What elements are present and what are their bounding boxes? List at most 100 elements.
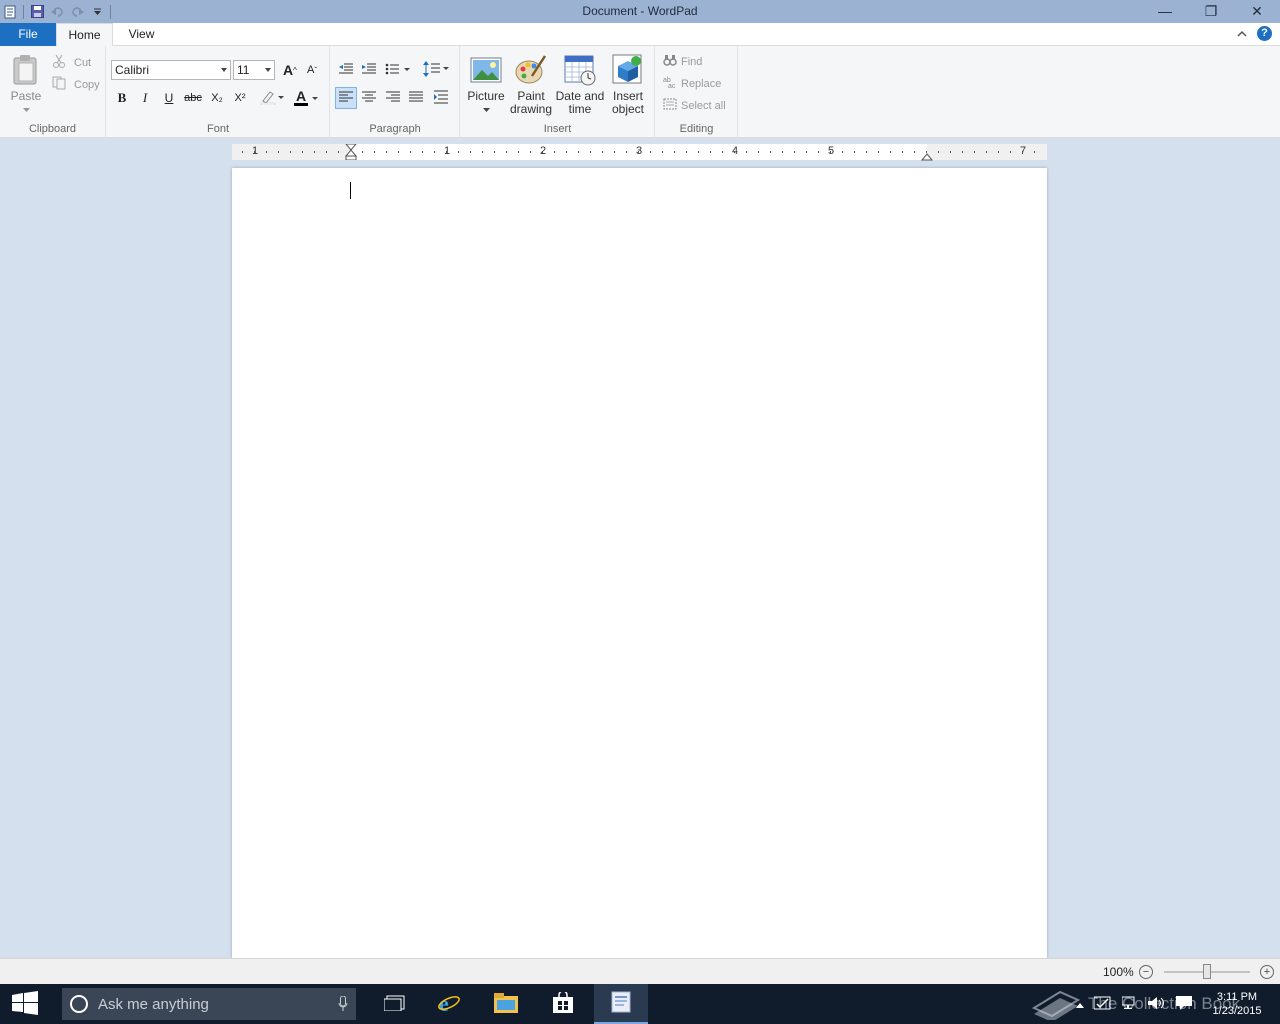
ruler-tick xyxy=(626,151,627,153)
grow-font-button[interactable]: A ^ xyxy=(279,59,301,81)
find-button[interactable]: Find xyxy=(663,54,702,69)
clock-date: 1/23/2015 xyxy=(1212,1005,1262,1017)
bold-button[interactable]: B xyxy=(111,87,133,109)
shrink-font-button[interactable]: Aˇ xyxy=(301,59,323,81)
clipboard-group: Paste Cut Copy Clipboard xyxy=(0,46,106,138)
minimize-button[interactable]: — xyxy=(1142,0,1188,22)
align-left-button[interactable] xyxy=(335,87,357,109)
paste-dropdown-icon[interactable] xyxy=(8,103,44,112)
ruler-tick xyxy=(722,151,723,153)
insert-object-button[interactable]: Insert object xyxy=(606,54,650,116)
decrease-indent-icon xyxy=(338,62,354,79)
align-left-icon xyxy=(339,91,353,106)
task-view-button[interactable] xyxy=(368,984,422,1024)
decrease-indent-button[interactable] xyxy=(335,59,357,81)
ruler-tick xyxy=(794,151,795,153)
show-hidden-icons-icon[interactable] xyxy=(1076,997,1084,1011)
ruler-tick xyxy=(818,151,819,153)
status-bar: 100% − + xyxy=(0,958,1280,984)
ruler-tick xyxy=(242,151,243,153)
ruler-tick xyxy=(686,151,687,153)
ruler-tick xyxy=(386,151,387,153)
microphone-icon[interactable] xyxy=(338,995,348,1012)
font-size-combo[interactable]: 11 xyxy=(233,60,275,80)
subscript-button[interactable]: X₂ xyxy=(206,87,228,109)
replace-button[interactable]: ab ac Replace xyxy=(663,76,721,91)
zoom-in-button[interactable]: + xyxy=(1260,965,1274,979)
copy-button[interactable]: Copy xyxy=(52,76,100,93)
ruler-tick xyxy=(602,151,603,153)
taskbar: Ask me anything e The Collection Book 3:… xyxy=(0,984,1280,1024)
bullet-list-button[interactable] xyxy=(383,59,415,81)
ruler-tick xyxy=(806,151,807,153)
scissors-icon xyxy=(52,54,66,71)
search-placeholder: Ask me anything xyxy=(98,995,209,1013)
ruler-tick xyxy=(530,151,531,153)
ruler-tick xyxy=(470,151,471,153)
minimize-ribbon-icon[interactable] xyxy=(1237,27,1247,41)
ruler-tick xyxy=(974,151,975,153)
volume-icon[interactable] xyxy=(1148,996,1166,1013)
highlight-color-button[interactable] xyxy=(257,87,287,109)
copy-label: Copy xyxy=(74,78,100,91)
indent-marker-icon[interactable] xyxy=(344,143,358,163)
taskbar-internet-explorer[interactable]: e xyxy=(422,984,476,1024)
align-right-button[interactable] xyxy=(382,87,404,109)
zoom-level[interactable]: 100% xyxy=(1103,965,1134,979)
restore-button[interactable]: ❐ xyxy=(1188,0,1234,22)
taskbar-file-explorer[interactable] xyxy=(479,984,533,1024)
select-all-button[interactable]: Select all xyxy=(663,98,726,113)
ruler-tick xyxy=(998,151,999,153)
font-family-value: Calibri xyxy=(115,63,150,77)
ruler[interactable]: 1 1 2 3 4 5 7 xyxy=(232,143,1047,163)
picture-dropdown-icon[interactable] xyxy=(465,103,507,112)
text-caret xyxy=(350,182,351,199)
font-color-glyph: A xyxy=(295,88,307,104)
font-family-combo[interactable]: Calibri xyxy=(111,60,231,80)
strikethrough-button[interactable]: abc xyxy=(182,87,204,109)
align-center-button[interactable] xyxy=(358,87,380,109)
ruler-tick xyxy=(662,151,663,153)
document-page[interactable] xyxy=(232,168,1047,958)
editing-group-label: Editing xyxy=(679,123,714,135)
paragraph-settings-icon xyxy=(434,90,448,107)
notifications-icon[interactable] xyxy=(1176,995,1192,1013)
zoom-slider-thumb[interactable] xyxy=(1203,964,1211,979)
paint-drawing-button[interactable]: Paint drawing xyxy=(508,54,554,116)
increase-indent-button[interactable] xyxy=(358,59,380,81)
line-spacing-button[interactable] xyxy=(421,59,453,81)
ruler-tick xyxy=(278,151,279,153)
start-button[interactable] xyxy=(0,984,50,1024)
right-indent-marker-icon[interactable] xyxy=(920,150,934,164)
tab-home[interactable]: Home xyxy=(56,23,113,47)
ruler-tick xyxy=(422,151,423,153)
italic-button[interactable]: I xyxy=(134,87,156,109)
font-color-button[interactable]: A xyxy=(291,87,321,109)
ruler-tick xyxy=(950,151,951,153)
zoom-out-button[interactable]: − xyxy=(1139,965,1153,979)
date-and-time-button[interactable]: Date and time xyxy=(555,54,605,116)
cortana-search-box[interactable]: Ask me anything xyxy=(62,988,356,1020)
superscript-button[interactable]: X² xyxy=(229,87,251,109)
action-tray-icon[interactable] xyxy=(1093,996,1112,1013)
taskbar-wordpad[interactable] xyxy=(594,984,648,1024)
underline-button[interactable]: U xyxy=(158,87,180,109)
justify-button[interactable] xyxy=(405,87,427,109)
paragraph-settings-button[interactable] xyxy=(430,87,452,109)
picture-button[interactable]: Picture xyxy=(465,54,507,112)
paint-palette-icon xyxy=(515,54,547,86)
ruler-label: 1 xyxy=(443,145,451,157)
ruler-tick xyxy=(482,151,483,153)
taskbar-store[interactable] xyxy=(536,984,590,1024)
network-icon[interactable] xyxy=(1121,996,1138,1013)
paste-button[interactable]: Paste xyxy=(8,54,44,112)
ruler-label: 4 xyxy=(731,145,739,157)
taskbar-clock[interactable]: 3:11 PM 1/23/2015 xyxy=(1202,990,1272,1018)
close-button[interactable]: ✕ xyxy=(1234,0,1280,22)
help-icon[interactable]: ? xyxy=(1257,26,1272,41)
select-all-icon xyxy=(663,98,677,113)
cut-button[interactable]: Cut xyxy=(52,54,91,71)
tab-view[interactable]: View xyxy=(114,23,169,46)
tab-file[interactable]: File xyxy=(0,23,56,46)
highlighter-icon xyxy=(260,89,284,108)
